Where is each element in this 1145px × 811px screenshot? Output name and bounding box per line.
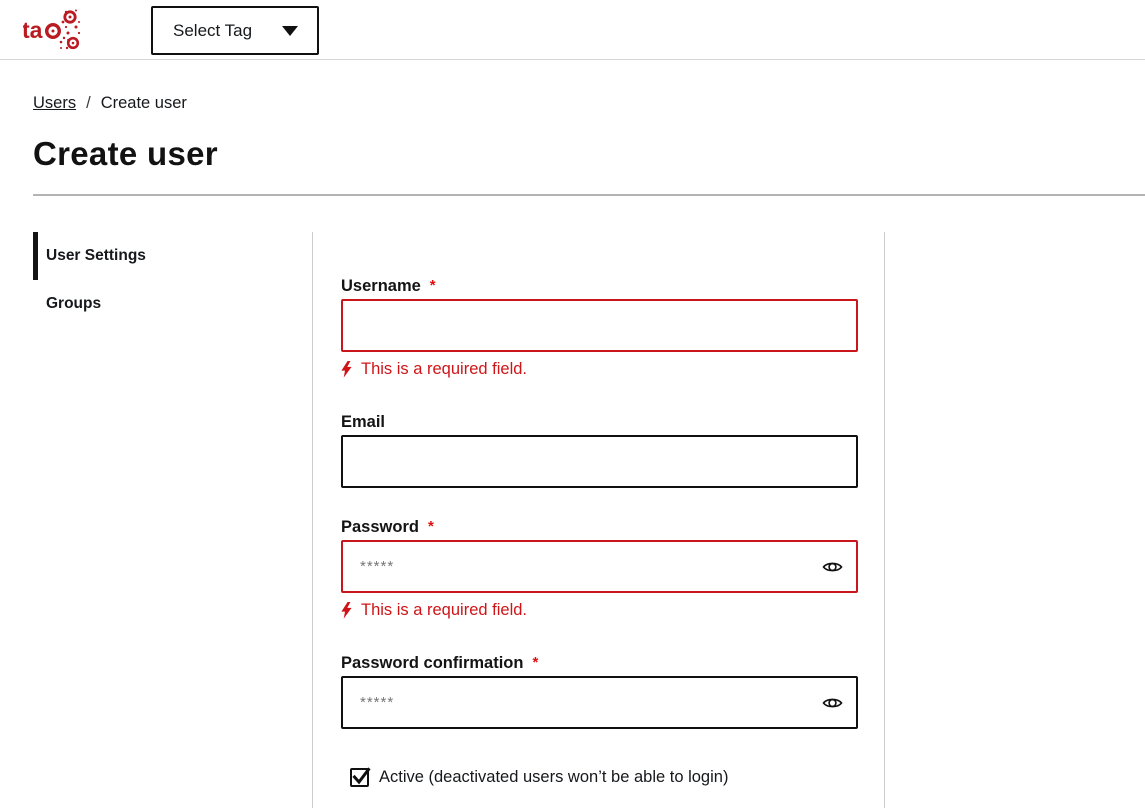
checkmark-icon bbox=[353, 766, 370, 786]
required-marker: * bbox=[532, 655, 538, 671]
tao-logo[interactable]: ta bbox=[23, 7, 81, 53]
field-password-confirmation: Password confirmation * bbox=[341, 655, 858, 729]
field-email: Email bbox=[341, 414, 858, 488]
required-marker: * bbox=[428, 519, 434, 535]
page-title: Create user bbox=[33, 134, 1145, 174]
username-label: Username bbox=[341, 278, 421, 294]
topbar: ta Sel bbox=[0, 0, 1145, 60]
eye-icon[interactable] bbox=[822, 696, 843, 710]
email-input[interactable] bbox=[341, 435, 858, 488]
password-label: Password bbox=[341, 519, 419, 535]
required-marker: * bbox=[430, 278, 436, 294]
caret-down-icon bbox=[282, 26, 298, 36]
sidebar-item-label: Groups bbox=[46, 295, 101, 313]
sidebar-item-user-settings[interactable]: User Settings bbox=[33, 232, 312, 280]
breadcrumb-separator: / bbox=[86, 94, 91, 112]
tao-logo-icon: ta bbox=[23, 7, 81, 53]
main-content: Users / Create user Create user User Setti… bbox=[0, 94, 1145, 808]
right-whitespace bbox=[885, 232, 1145, 808]
error-text: This is a required field. bbox=[361, 602, 527, 619]
lightning-bolt-icon bbox=[341, 602, 352, 619]
password-confirmation-label: Password confirmation bbox=[341, 655, 523, 671]
select-tag-label: Select Tag bbox=[173, 21, 252, 41]
password-input[interactable] bbox=[341, 540, 858, 593]
eye-icon[interactable] bbox=[822, 560, 843, 574]
svg-text:ta: ta bbox=[23, 17, 43, 43]
error-text: This is a required field. bbox=[361, 361, 527, 378]
workspace: User Settings Groups Username * bbox=[33, 232, 1145, 808]
active-checkbox[interactable] bbox=[350, 768, 369, 787]
breadcrumb: Users / Create user bbox=[33, 94, 1145, 113]
username-error-message: This is a required field. bbox=[341, 361, 858, 378]
breadcrumb-current: Create user bbox=[101, 94, 187, 112]
select-tag-dropdown[interactable]: Select Tag bbox=[151, 6, 319, 55]
email-label: Email bbox=[341, 414, 385, 430]
sidebar-item-label: User Settings bbox=[46, 247, 146, 265]
user-settings-form: Username * This is a required field. bbox=[313, 232, 885, 808]
sidebar-item-groups[interactable]: Groups bbox=[33, 280, 312, 328]
password-error-message: This is a required field. bbox=[341, 602, 858, 619]
field-username: Username * This is a required field. bbox=[341, 278, 858, 378]
field-password: Password * bbox=[341, 519, 858, 619]
active-checkbox-label: Active (deactivated users won’t be able … bbox=[379, 768, 728, 787]
active-checkbox-row: Active (deactivated users won’t be able … bbox=[350, 768, 858, 787]
create-user-page: ta Sel bbox=[0, 0, 1145, 811]
title-divider bbox=[33, 194, 1145, 196]
breadcrumb-users-link[interactable]: Users bbox=[33, 94, 76, 112]
username-input[interactable] bbox=[341, 299, 858, 352]
password-confirmation-input[interactable] bbox=[341, 676, 858, 729]
lightning-bolt-icon bbox=[341, 361, 352, 378]
sidebar: User Settings Groups bbox=[33, 232, 313, 808]
